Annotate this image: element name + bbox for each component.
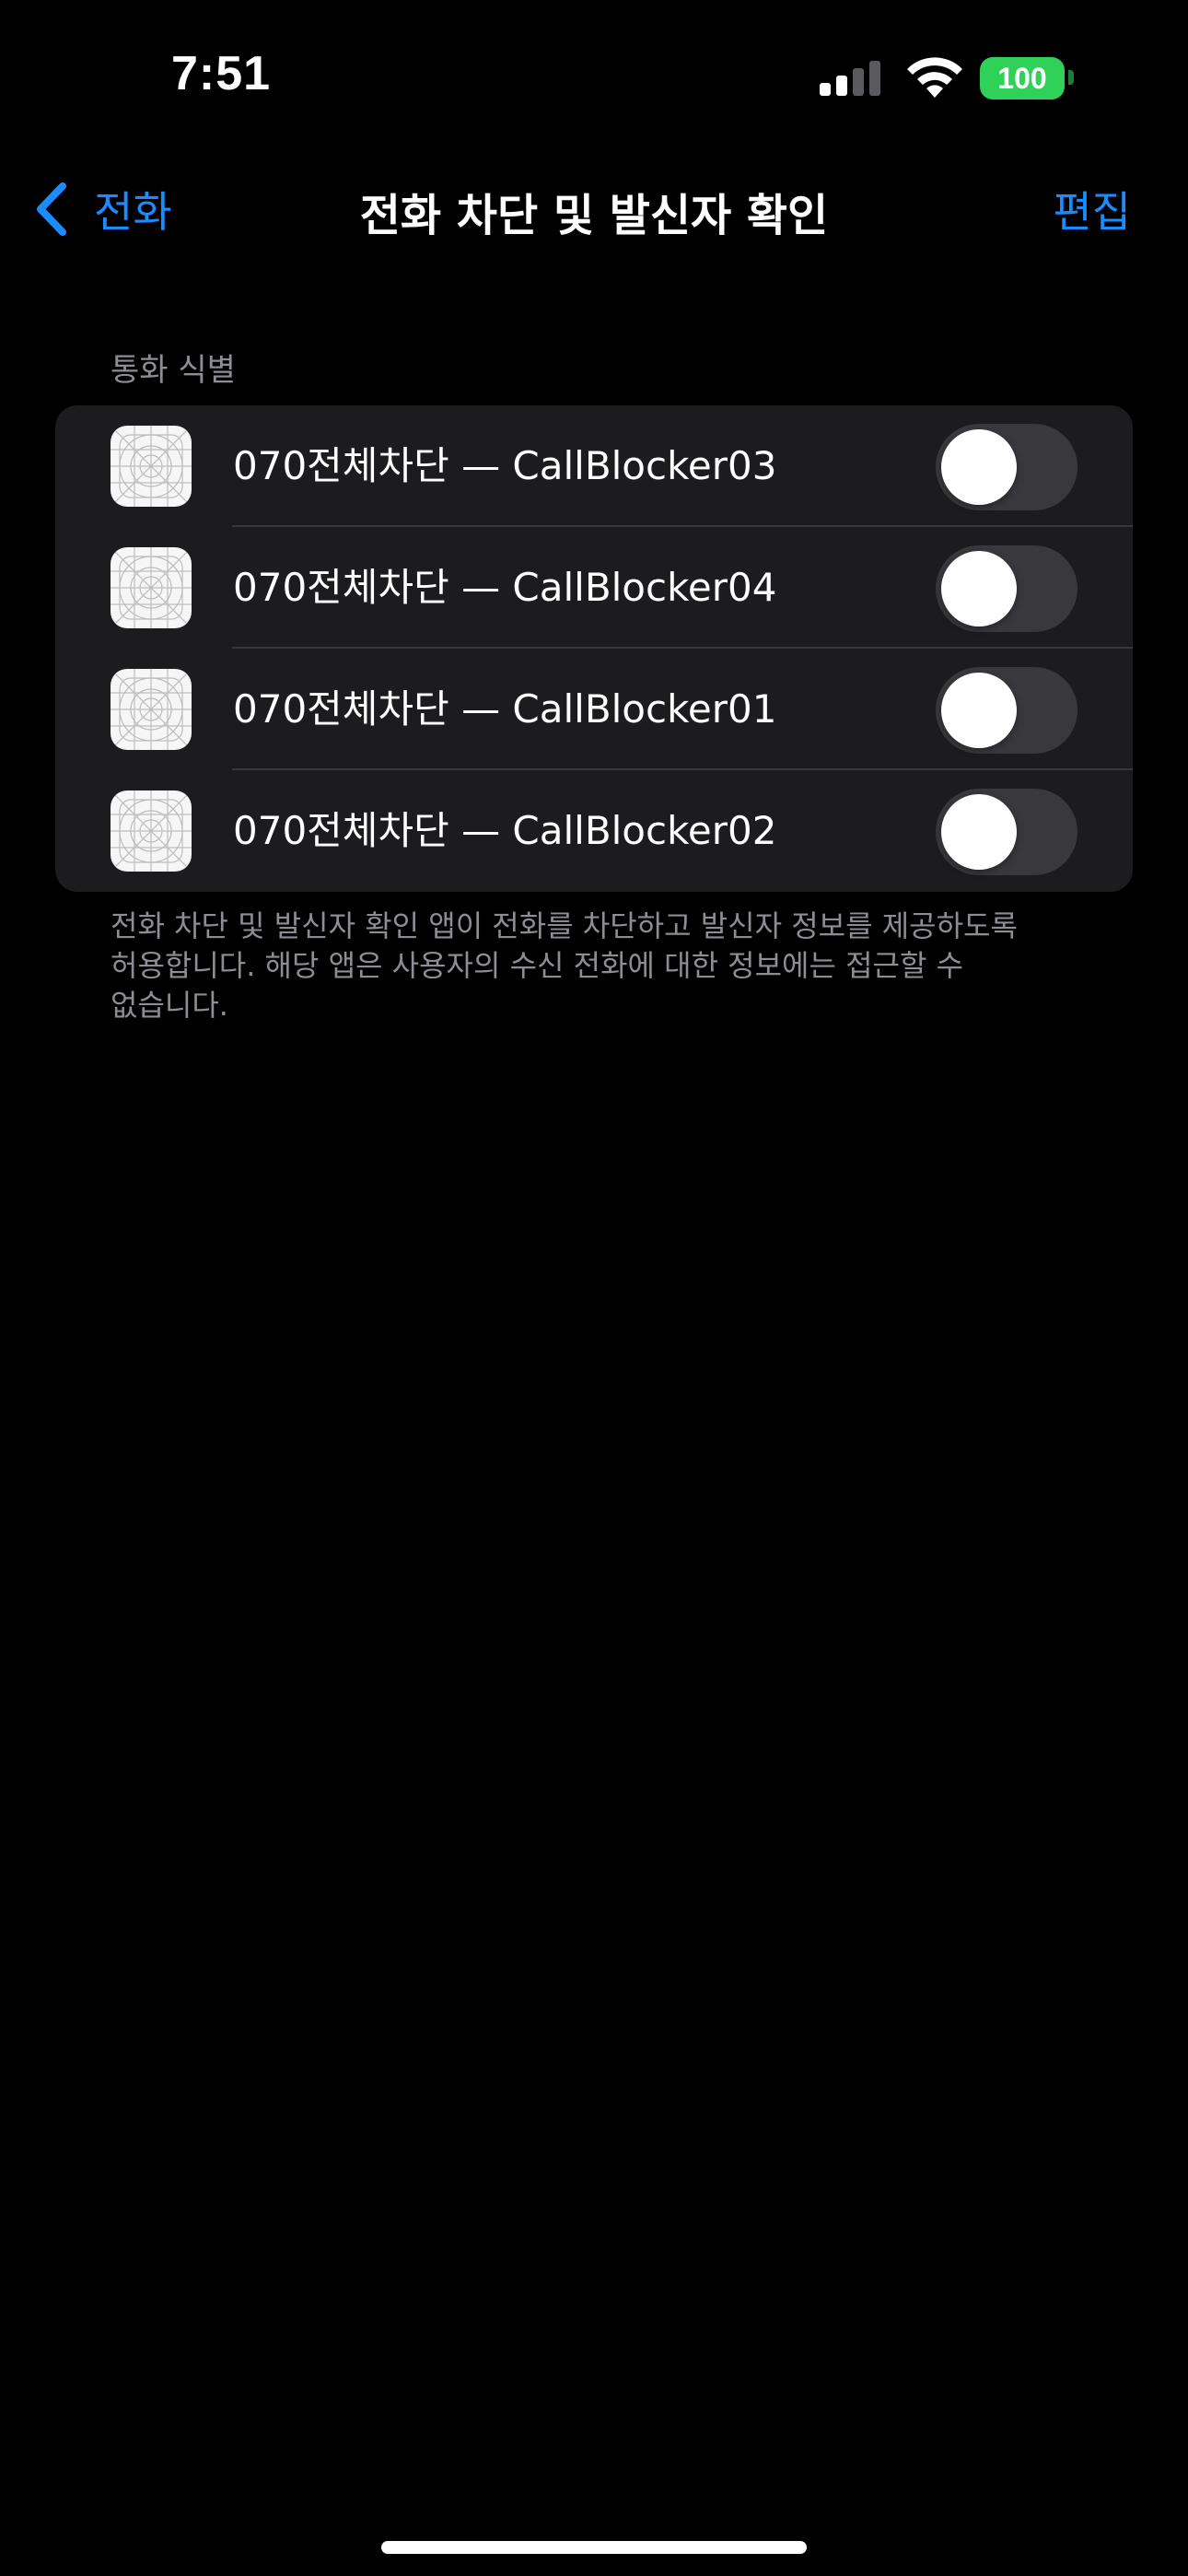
toggle-switch[interactable] xyxy=(936,789,1077,875)
status-time: 7:51 xyxy=(171,47,272,100)
section-header: 통화 식별 xyxy=(111,352,236,389)
list-item-label: 070전체차단 — CallBlocker02 xyxy=(233,808,777,853)
app-placeholder-icon xyxy=(111,669,192,750)
list-item: 070전체차단 — CallBlocker02 xyxy=(55,770,1133,892)
battery-cap xyxy=(1068,70,1074,85)
app-placeholder-icon xyxy=(111,790,192,872)
list-item: 070전체차단 — CallBlocker03 xyxy=(55,405,1133,527)
page-title: 전화 차단 및 발신자 확인 xyxy=(359,190,829,241)
toggle-switch[interactable] xyxy=(936,545,1077,632)
call-identification-list: 070전체차단 — CallBlocker03 070전체차단 — CallBl… xyxy=(55,405,1133,892)
list-item-label: 070전체차단 — CallBlocker04 xyxy=(233,565,777,610)
app-placeholder-icon xyxy=(111,426,192,507)
toggle-knob xyxy=(941,794,1017,870)
toggle-switch[interactable] xyxy=(936,667,1077,754)
toggle-knob xyxy=(941,673,1017,748)
toggle-knob xyxy=(941,551,1017,626)
cellular-signal-icon xyxy=(820,59,884,96)
list-item-label: 070전체차단 — CallBlocker01 xyxy=(233,686,777,732)
toggle-switch[interactable] xyxy=(936,424,1077,510)
home-indicator[interactable] xyxy=(381,2541,807,2554)
status-indicators: 100 xyxy=(820,55,1087,111)
list-item: 070전체차단 — CallBlocker01 xyxy=(55,649,1133,770)
edit-button[interactable]: 편집 xyxy=(1053,179,1131,240)
list-item-label: 070전체차단 — CallBlocker03 xyxy=(233,443,777,488)
section-footer-text: 전화 차단 및 발신자 확인 앱이 전화를 차단하고 발신자 정보를 제공하도록… xyxy=(111,908,1018,1023)
list-item: 070전체차단 — CallBlocker04 xyxy=(55,527,1133,649)
app-placeholder-icon xyxy=(111,547,192,628)
wifi-icon xyxy=(907,57,962,98)
toggle-knob xyxy=(941,429,1017,505)
battery-indicator: 100 xyxy=(980,57,1065,100)
